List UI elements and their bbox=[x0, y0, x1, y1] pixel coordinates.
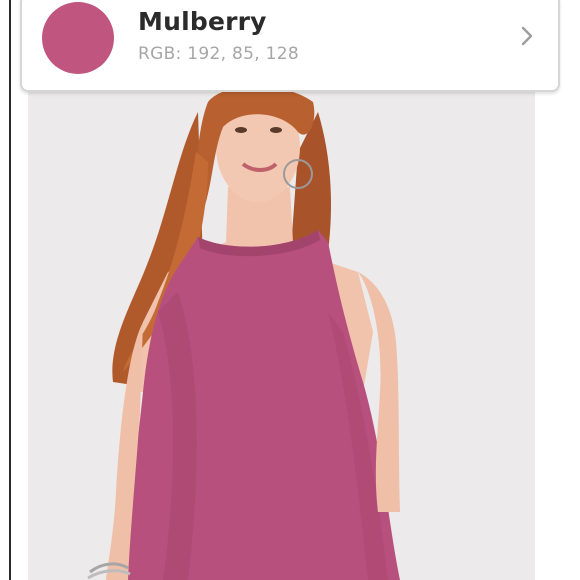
chevron-right-icon[interactable] bbox=[518, 24, 536, 48]
color-swatch bbox=[42, 2, 114, 74]
screen: Mulberry RGB: 192, 85, 128 bbox=[0, 0, 580, 580]
color-rgb-value: RGB: 192, 85, 128 bbox=[138, 44, 300, 64]
product-photo-illustration bbox=[28, 92, 535, 580]
left-divider bbox=[9, 0, 11, 580]
color-name: Mulberry bbox=[138, 7, 267, 36]
color-card[interactable]: Mulberry RGB: 192, 85, 128 bbox=[20, 0, 560, 92]
product-photo bbox=[28, 92, 535, 580]
chevron-right-icon-glyph bbox=[521, 26, 533, 46]
